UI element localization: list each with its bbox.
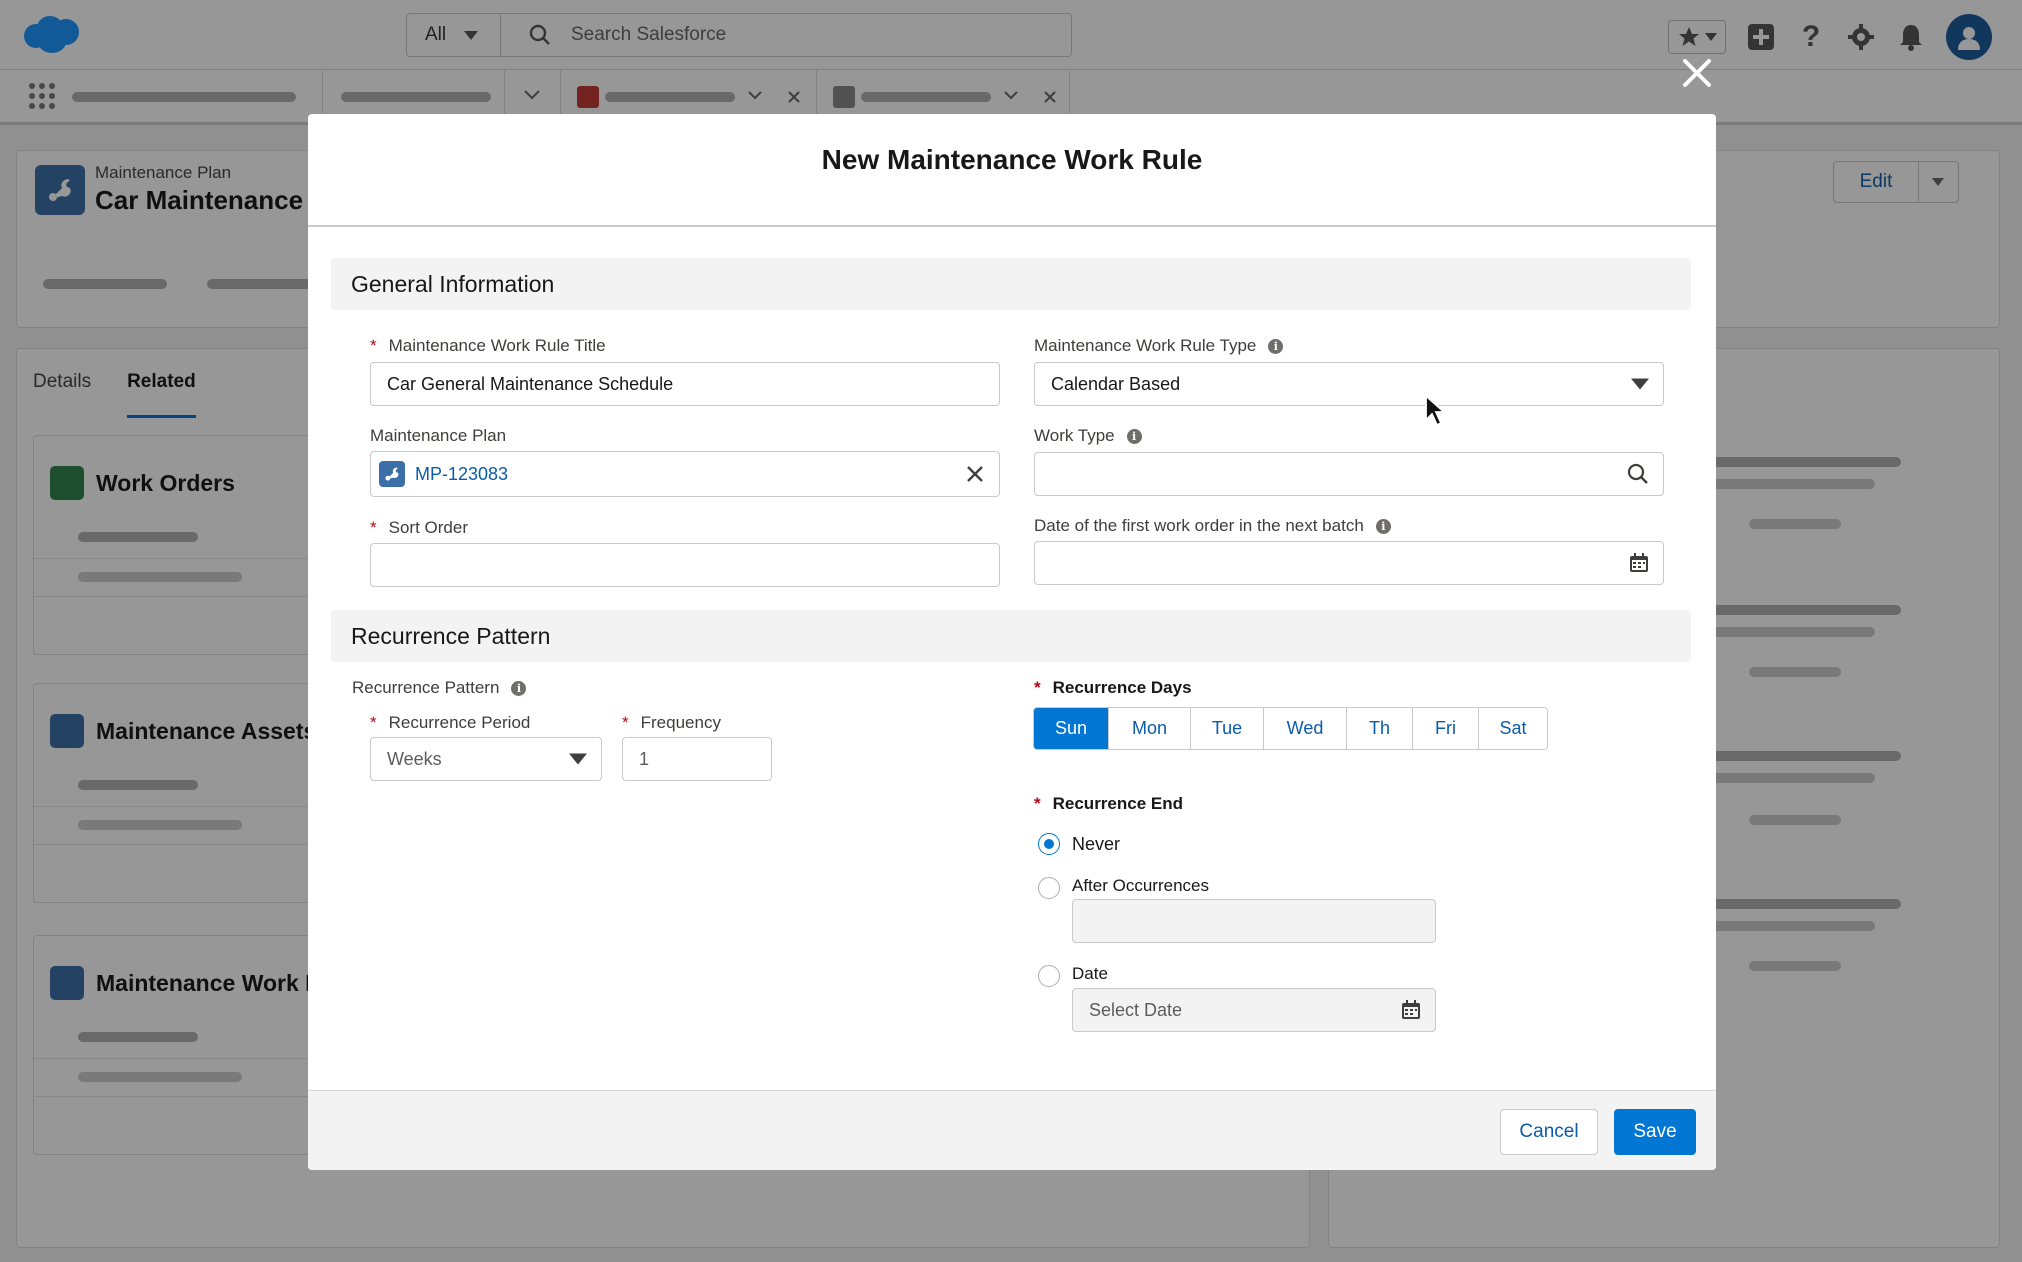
required-marker: * <box>1034 794 1041 813</box>
recurrence-period-select[interactable]: Weeks <box>370 737 602 781</box>
recurrence-end-never-radio[interactable] <box>1038 833 1060 855</box>
recurrence-period-label: * Recurrence Period <box>370 713 530 733</box>
day-button-fri[interactable]: Fri <box>1413 708 1479 749</box>
search-icon <box>1627 463 1648 484</box>
recurrence-days-button-group: Sun Mon Tue Wed Th Fri Sat <box>1033 707 1548 750</box>
day-button-mon[interactable]: Mon <box>1109 708 1191 749</box>
recurrence-end-after-occurrences-radio[interactable] <box>1038 877 1060 899</box>
section-recurrence-pattern[interactable]: Recurrence Pattern <box>331 610 1691 662</box>
work-rule-title-value: Car General Maintenance Schedule <box>387 373 674 394</box>
maintenance-plan-lookup[interactable]: MP-123083 <box>370 451 1000 497</box>
recurrence-end-date-input[interactable]: Select Date <box>1072 988 1436 1032</box>
sort-order-label-text: Sort Order <box>388 518 468 537</box>
recurrence-end-after-occurrences-label[interactable]: After Occurrences <box>1072 876 1209 896</box>
work-rule-title-label-text: Maintenance Work Rule Title <box>388 336 606 355</box>
recurrence-days-label: * Recurrence Days <box>1034 678 1192 698</box>
recurrence-end-date-radio[interactable] <box>1038 965 1060 987</box>
work-rule-type-select[interactable]: Calendar Based <box>1034 362 1664 406</box>
recurrence-period-value: Weeks <box>387 748 442 769</box>
date-placeholder: Select Date <box>1089 999 1183 1020</box>
day-button-sat[interactable]: Sat <box>1479 708 1547 749</box>
cancel-button[interactable]: Cancel <box>1500 1109 1598 1155</box>
required-marker: * <box>1034 678 1041 697</box>
maintenance-plan-label-text: Maintenance Plan <box>370 426 507 445</box>
recurrence-end-date-label[interactable]: Date <box>1072 964 1108 984</box>
required-marker: * <box>370 336 377 355</box>
maintenance-plan-icon <box>379 461 405 487</box>
info-icon[interactable]: i <box>1375 518 1391 534</box>
work-type-lookup-input[interactable] <box>1034 452 1664 496</box>
calendar-icon[interactable] <box>1401 1000 1421 1020</box>
info-icon[interactable]: i <box>511 680 527 696</box>
recurrence-end-never-label[interactable]: Never <box>1072 834 1120 855</box>
clear-selection-icon[interactable] <box>965 464 985 484</box>
frequency-label: * Frequency <box>622 713 721 733</box>
calendar-icon[interactable] <box>1629 553 1649 573</box>
modal-footer: Cancel Save <box>308 1090 1716 1170</box>
modal-title: New Maintenance Work Rule <box>821 143 1203 175</box>
modal-header: New Maintenance Work Rule <box>308 114 1716 227</box>
mouse-cursor-icon <box>1425 394 1446 427</box>
recurrence-pattern-label: Recurrence Pattern i <box>352 678 527 698</box>
recurrence-period-label-text: Recurrence Period <box>388 713 531 732</box>
frequency-input[interactable]: 1 <box>622 737 772 781</box>
work-rule-type-label-text: Maintenance Work Rule Type <box>1034 336 1257 355</box>
recurrence-pattern-label-text: Recurrence Pattern <box>352 678 500 697</box>
work-type-label: Work Type i <box>1034 426 1142 446</box>
maintenance-plan-link[interactable]: MP-123083 <box>415 464 508 485</box>
section-general-information[interactable]: General Information <box>331 258 1691 310</box>
day-button-wed[interactable]: Wed <box>1264 708 1347 749</box>
work-rule-title-input[interactable]: Car General Maintenance Schedule <box>370 362 1000 406</box>
info-icon[interactable]: i <box>1126 428 1142 444</box>
recurrence-end-label-text: Recurrence End <box>1052 794 1184 813</box>
wrench-icon <box>385 467 399 481</box>
first-work-order-date-input[interactable] <box>1034 541 1664 585</box>
save-button[interactable]: Save <box>1614 1109 1696 1155</box>
required-marker: * <box>370 713 377 732</box>
day-button-sun[interactable]: Sun <box>1034 708 1109 749</box>
new-maintenance-work-rule-modal: New Maintenance Work Rule General Inform… <box>308 114 1716 1170</box>
recurrence-days-label-text: Recurrence Days <box>1052 678 1192 697</box>
recurrence-end-label: * Recurrence End <box>1034 794 1183 814</box>
work-rule-title-label: * Maintenance Work Rule Title <box>370 336 606 356</box>
day-button-tue[interactable]: Tue <box>1191 708 1264 749</box>
sort-order-input[interactable] <box>370 543 1000 587</box>
first-work-order-date-label: Date of the first work order in the next… <box>1034 516 1391 536</box>
required-marker: * <box>622 713 629 732</box>
chevron-down-icon <box>569 753 587 765</box>
maintenance-plan-label: Maintenance Plan <box>370 426 506 446</box>
required-marker: * <box>370 518 377 537</box>
info-icon[interactable]: i <box>1268 338 1284 354</box>
occurrences-input[interactable] <box>1072 899 1436 943</box>
work-type-label-text: Work Type <box>1034 426 1115 445</box>
frequency-label-text: Frequency <box>640 713 721 732</box>
first-work-order-date-label-text: Date of the first work order in the next… <box>1034 516 1364 535</box>
sort-order-label: * Sort Order <box>370 518 468 538</box>
close-icon[interactable] <box>1680 56 1714 90</box>
chevron-down-icon <box>1631 378 1649 390</box>
work-rule-type-value: Calendar Based <box>1051 373 1181 394</box>
day-button-th[interactable]: Th <box>1347 708 1413 749</box>
work-rule-type-label: Maintenance Work Rule Type i <box>1034 336 1284 356</box>
frequency-value: 1 <box>639 748 650 769</box>
